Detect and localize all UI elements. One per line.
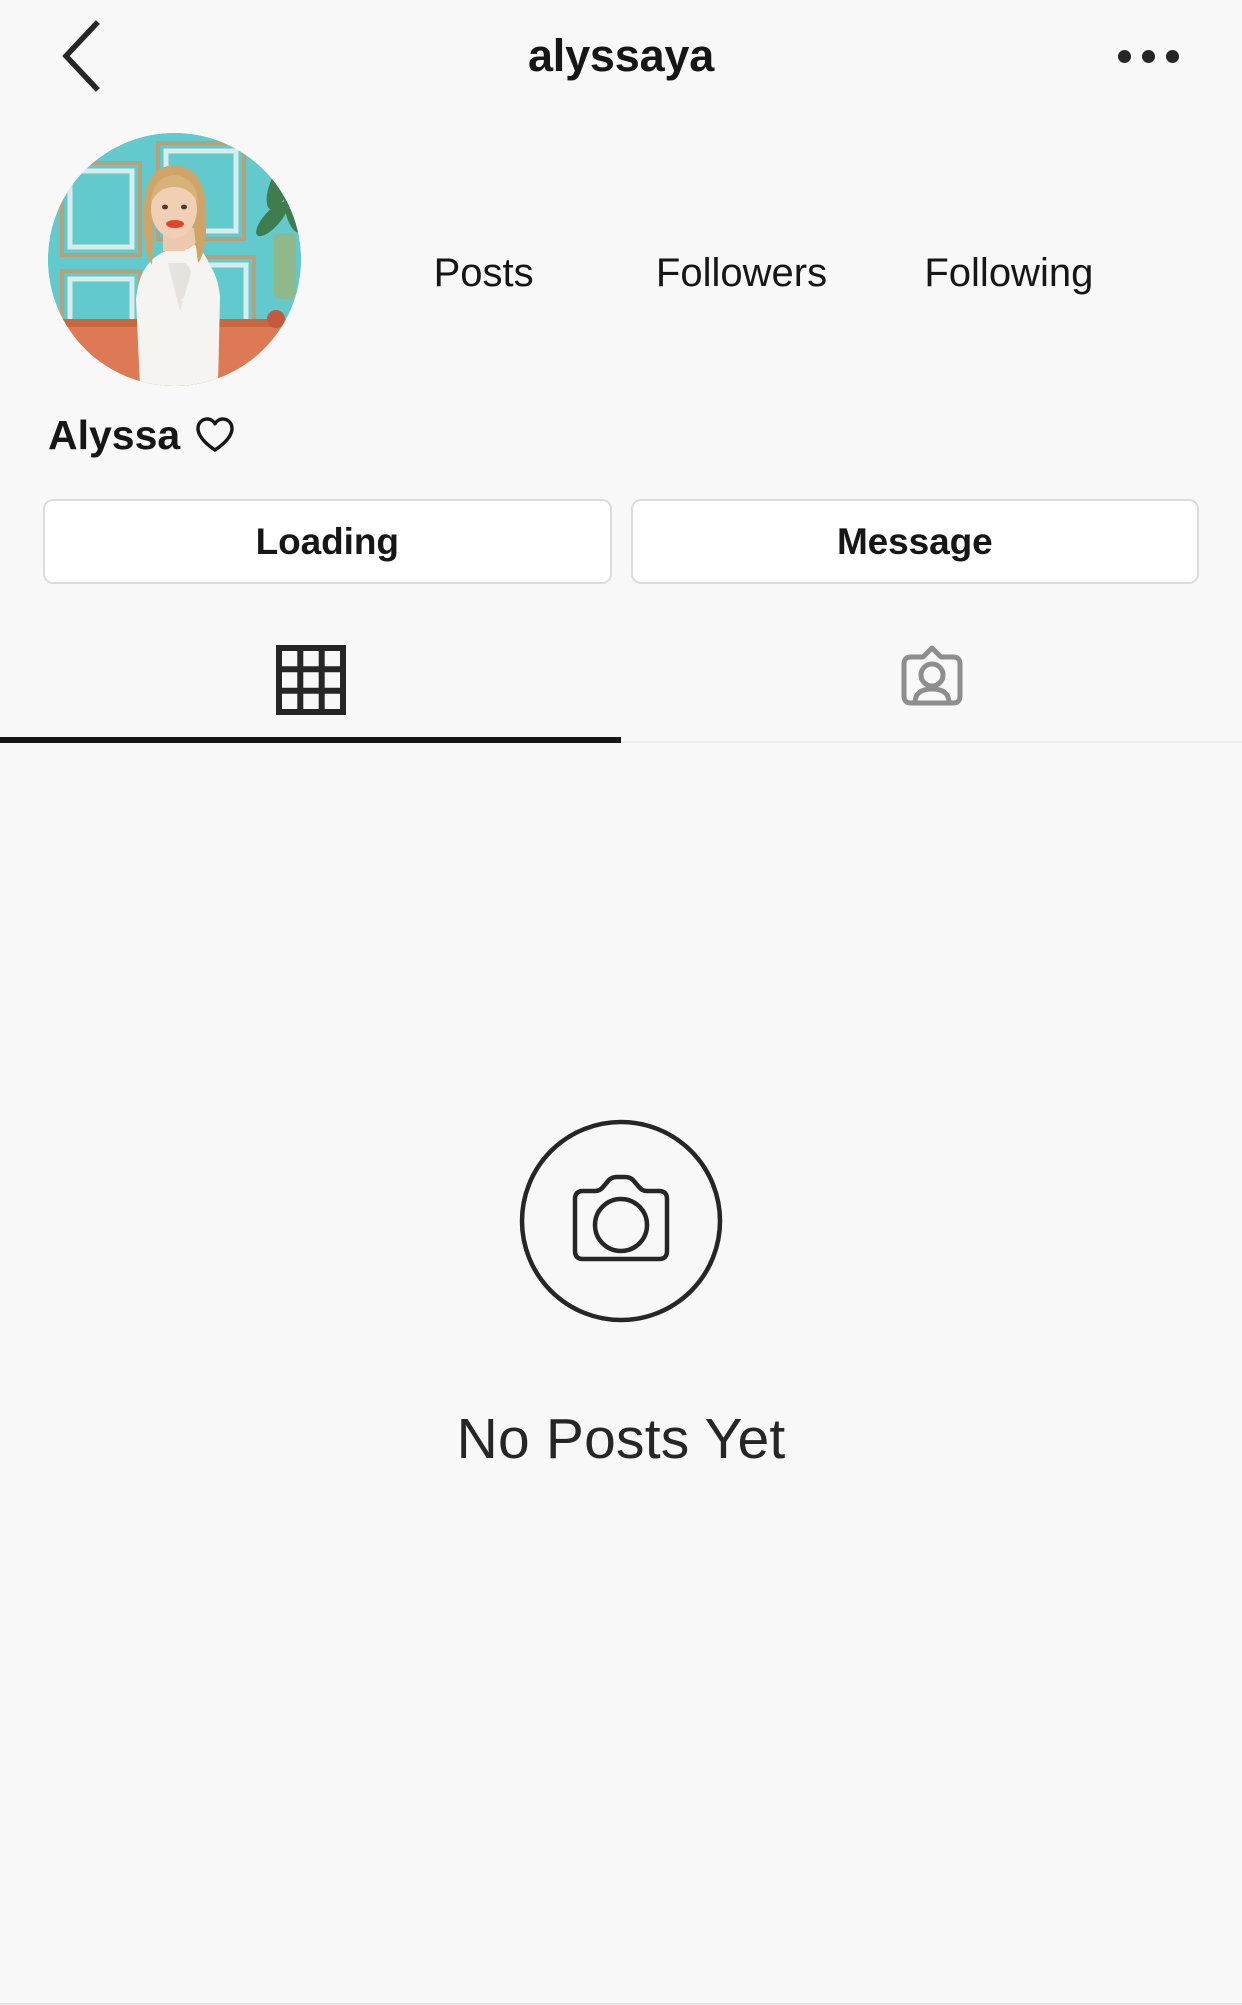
active-tab-indicator <box>0 737 621 743</box>
more-options-icon-dot-2 <box>1141 49 1155 63</box>
profile-tab-bar <box>0 622 1242 743</box>
tab-grid[interactable] <box>0 622 621 743</box>
grid-icon <box>275 644 346 715</box>
page-title: alyssaya <box>527 30 715 81</box>
message-button[interactable]: Message <box>630 499 1199 584</box>
avatar[interactable] <box>48 133 301 386</box>
follow-button[interactable]: Loading <box>43 499 612 584</box>
stat-followers[interactable]: Followers <box>656 179 827 299</box>
more-options-icon <box>1117 49 1131 63</box>
stat-posts[interactable]: Posts <box>409 179 559 299</box>
avatar-image <box>48 133 301 386</box>
stat-following[interactable]: Following <box>924 179 1093 299</box>
stat-posts-label: Posts <box>433 250 534 295</box>
profile-header-section: Posts Followers Following <box>0 112 1242 412</box>
more-options-icon-dot-3 <box>1165 49 1179 63</box>
header-bar: alyssaya <box>0 0 1242 112</box>
empty-state: No Posts Yet <box>0 743 1242 1474</box>
stat-followers-label: Followers <box>655 250 828 295</box>
stat-following-label: Following <box>924 250 1094 295</box>
heart-outline-icon <box>195 416 235 454</box>
more-options-button[interactable] <box>1100 26 1196 86</box>
tab-tagged[interactable] <box>621 622 1242 743</box>
profile-action-buttons: Loading Message <box>0 499 1242 584</box>
profile-stats: Posts Followers Following <box>330 112 1202 365</box>
camera-circle-icon <box>519 1119 723 1328</box>
tagged-person-icon <box>896 644 968 716</box>
empty-state-title: No Posts Yet <box>456 1407 786 1471</box>
instagram-profile-screen: alyssaya Posts Followers Following Alyss… <box>0 0 1242 2005</box>
display-name: Alyssa <box>48 412 181 458</box>
